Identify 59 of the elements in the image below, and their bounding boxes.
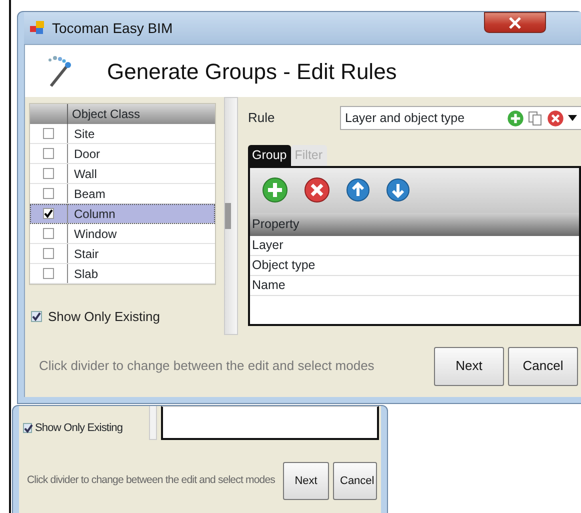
move-up-icon[interactable] (346, 178, 370, 202)
remove-icon[interactable] (547, 110, 564, 126)
hint-text: Click divider to change between the edit and select modes (27, 473, 276, 488)
copy-icon[interactable] (528, 110, 543, 126)
magic-wand-icon (47, 54, 73, 88)
column-header: Object Class (71, 106, 140, 123)
rule-dropdown[interactable]: Layer and object type (340, 106, 581, 130)
window-title: Tocoman Easy BIM (52, 18, 173, 38)
list-row[interactable]: Stair (30, 244, 216, 264)
checkbox[interactable] (23, 423, 32, 433)
list-item-label: Stair (73, 246, 99, 262)
add-icon[interactable] (507, 110, 524, 126)
checkbox[interactable] (43, 128, 54, 139)
close-button[interactable] (484, 12, 546, 33)
checkbox[interactable] (43, 248, 54, 259)
next-button[interactable]: Next (283, 462, 329, 500)
checkbox[interactable] (43, 168, 54, 179)
table-cell[interactable]: Name (250, 276, 579, 296)
hint-text: Click divider to change between the edit and select modes (39, 357, 376, 376)
dropdown-value: Layer and object type (345, 110, 466, 127)
list-item-label: Window (73, 226, 117, 242)
cancel-button[interactable]: Cancel (333, 462, 377, 500)
list-item-label: Slab (73, 266, 98, 282)
table-cell[interactable]: Layer (250, 236, 579, 256)
list-row[interactable]: Column (30, 204, 216, 224)
list-item-label: Wall (73, 166, 97, 182)
list-item-label: Column (73, 206, 116, 222)
list-item-label: Site (73, 126, 95, 142)
checkbox[interactable] (43, 268, 54, 279)
field-label: Rule (248, 109, 276, 128)
divider-handle[interactable] (224, 97, 238, 335)
checkbox[interactable] (43, 208, 54, 219)
tab[interactable]: Group (248, 145, 291, 166)
list-item-label: Door (73, 146, 100, 162)
list-item-label: Beam (73, 186, 106, 202)
column-header: Property (250, 212, 579, 236)
list-row[interactable]: Site (30, 124, 216, 144)
table-cell[interactable]: Object type (250, 256, 579, 276)
next-button[interactable]: Next (434, 346, 504, 386)
checkbox[interactable] (43, 228, 54, 239)
close-icon (508, 16, 522, 29)
checkbox[interactable] (43, 188, 54, 199)
list-row[interactable]: Slab (30, 264, 216, 284)
checkbox-label: Show Only Existing (48, 308, 160, 326)
add-icon[interactable] (262, 177, 288, 204)
checkbox[interactable] (43, 148, 54, 159)
checkbox-label: Show Only Existing (35, 420, 123, 436)
move-down-icon[interactable] (386, 178, 410, 202)
list-row[interactable]: Beam (30, 184, 216, 204)
remove-icon[interactable] (304, 177, 330, 204)
divider-handle[interactable] (149, 406, 157, 440)
list-row[interactable]: Door (30, 144, 216, 164)
app-icon (30, 20, 46, 36)
list-row[interactable]: Wall (30, 164, 216, 184)
cancel-button[interactable]: Cancel (508, 346, 578, 386)
list-row[interactable]: Window (30, 224, 216, 244)
dialog-heading: Generate Groups - Edit Rules (107, 58, 397, 86)
checkbox[interactable] (31, 311, 42, 322)
caret-icon[interactable] (568, 115, 577, 121)
